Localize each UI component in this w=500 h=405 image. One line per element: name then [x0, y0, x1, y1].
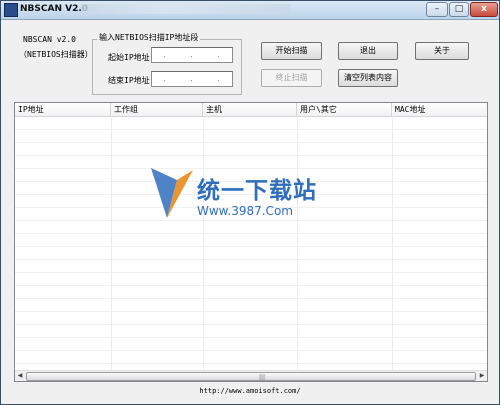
column-ip-address[interactable]: IP地址 [15, 103, 111, 116]
horizontal-scrollbar[interactable]: ◀ ||| ▶ [15, 370, 487, 381]
grid-row-line [15, 350, 487, 351]
start-ip-value: . . . [163, 50, 231, 59]
grid-row-line [15, 129, 487, 130]
about-button[interactable]: 关于 [415, 42, 469, 60]
title-bar-blur [81, 4, 291, 14]
grid-row-line [15, 246, 487, 247]
maximize-button[interactable]: □ [449, 2, 469, 17]
table-header: IP地址 工作组 主机 用户\其它 MAC地址 [15, 103, 487, 117]
grid-row-line [15, 298, 487, 299]
end-ip-value: . . . [163, 74, 231, 83]
window-title: NBSCAN V2.0 [20, 4, 89, 14]
grid-row-line [15, 337, 487, 338]
results-table[interactable]: IP地址 工作组 主机 用户\其它 MAC地址 ◀ ||| ▶ [14, 102, 488, 382]
grid-row-line [15, 142, 487, 143]
title-bar[interactable]: NBSCAN V2.0 – □ x [1, 1, 499, 20]
minimize-button[interactable]: – [426, 2, 448, 17]
main-window: NBSCAN V2.0 – □ x NBSCAN v2.0 （NETBIOS扫描… [0, 0, 500, 405]
grid-row-line [15, 233, 487, 234]
app-icon [4, 3, 18, 17]
stop-scan-button[interactable]: 终止扫描 [261, 69, 322, 87]
end-ip-label: 结束IP地址 [108, 76, 150, 85]
column-mac-address[interactable]: MAC地址 [392, 103, 487, 116]
grid-row-line [15, 285, 487, 286]
grid-row-line [15, 155, 487, 156]
column-host[interactable]: 主机 [203, 103, 297, 116]
ip-group-title: 输入NETBIOS扫描IP地址段 [97, 32, 201, 43]
grid-row-line [15, 324, 487, 325]
grid-row-line [15, 259, 487, 260]
app-name-label: NBSCAN v2.0 [23, 35, 76, 44]
start-ip-input[interactable]: . . . [151, 47, 233, 63]
close-button[interactable]: x [470, 2, 498, 17]
column-user-other[interactable]: 用户\其它 [297, 103, 392, 116]
grid-row-line [15, 272, 487, 273]
grid-row-line [15, 311, 487, 312]
exit-button[interactable]: 退出 [338, 42, 398, 60]
end-ip-input[interactable]: . . . [151, 71, 233, 87]
app-subtitle-label: （NETBIOS扫描器） [19, 50, 93, 59]
scroll-right-icon[interactable]: ▶ [477, 371, 487, 381]
scroll-left-icon[interactable]: ◀ [15, 371, 25, 381]
scroll-thumb[interactable]: ||| [26, 372, 476, 381]
watermark-title: 统一下载站 [197, 178, 317, 204]
start-scan-button[interactable]: 开始扫描 [261, 42, 322, 60]
column-workgroup[interactable]: 工作组 [111, 103, 203, 116]
watermark-url: Www.3987.Com [197, 204, 293, 218]
grid-row-line [15, 363, 487, 364]
clear-list-button[interactable]: 清空列表内容 [338, 69, 398, 87]
start-ip-label: 起始IP地址 [108, 53, 150, 62]
grip-icon: ||| [259, 374, 266, 381]
footer-url[interactable]: http://www.amoisoft.com/ [1, 387, 499, 395]
